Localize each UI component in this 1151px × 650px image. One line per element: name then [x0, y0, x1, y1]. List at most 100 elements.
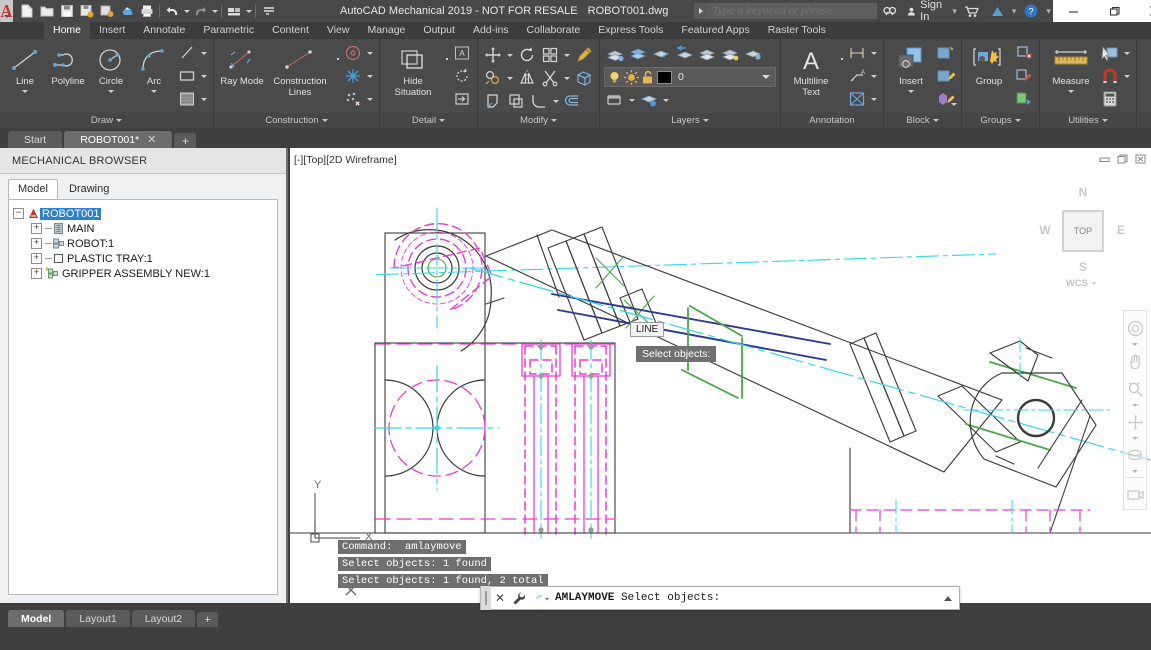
minimize-button[interactable] — [1053, 0, 1094, 22]
qat-overflow-icon[interactable] — [259, 2, 278, 21]
panel-title-layers[interactable]: Layers — [600, 113, 780, 128]
expand-icon[interactable]: + — [31, 253, 42, 264]
stretch-icon[interactable] — [482, 90, 504, 112]
ray-mode-button[interactable]: Ray Mode — [218, 42, 266, 88]
sun-icon[interactable] — [624, 69, 639, 85]
save-as-icon[interactable] — [77, 2, 96, 21]
workspace-icon[interactable] — [225, 2, 244, 21]
command-line[interactable]: ✕ AMLAYMOVE Select objects: — [480, 586, 960, 610]
layer-off-icon[interactable] — [719, 43, 741, 65]
ribbon-tab-output[interactable]: Output — [414, 22, 464, 39]
plot-icon[interactable] — [137, 2, 156, 21]
insert-block-button[interactable]: Insert — [888, 42, 934, 93]
annotation-overflow-icon[interactable] — [838, 42, 845, 64]
ribbon-tab-featured-apps[interactable]: Featured Apps — [672, 22, 758, 39]
delete-construction-icon[interactable] — [342, 88, 364, 110]
expand-icon[interactable]: + — [31, 268, 42, 279]
power-edit-icon[interactable] — [573, 44, 595, 66]
view-cube[interactable]: N W E S TOP WCS — [1035, 178, 1131, 290]
open-icon[interactable] — [37, 2, 56, 21]
leader-icon[interactable]: A — [846, 65, 868, 87]
chevron-up-icon[interactable] — [937, 595, 959, 601]
wrench-icon[interactable] — [509, 591, 529, 605]
layer-state-icon[interactable] — [604, 89, 626, 111]
chevron-down-icon[interactable] — [108, 89, 114, 93]
browser-tab-drawing[interactable]: Drawing — [59, 179, 119, 199]
chevron-down-icon[interactable] — [1132, 343, 1138, 346]
group-button[interactable]: Group — [966, 42, 1012, 88]
browser-tab-model[interactable]: Model — [8, 179, 58, 199]
layer-control-dropdown[interactable]: 0 — [604, 67, 776, 87]
scale-icon[interactable] — [505, 90, 527, 112]
layer-make-current-icon[interactable] — [627, 43, 649, 65]
expand-icon[interactable]: + — [31, 238, 42, 249]
panel-title-modify[interactable]: Modify — [478, 113, 599, 128]
restore-button[interactable] — [1094, 0, 1135, 22]
tree-node-plastic-tray-1[interactable]: + PLASTIC TRAY:1 — [13, 251, 273, 266]
mirror-icon[interactable] — [516, 67, 538, 89]
ribbon-tab-addins[interactable]: Add-ins — [464, 22, 518, 39]
construction-lines-button[interactable]: Construction Lines — [267, 42, 333, 98]
redo-dropdown-icon[interactable] — [212, 9, 218, 13]
create-block-icon[interactable] — [935, 42, 957, 64]
ribbon-tab-view[interactable]: View — [318, 22, 359, 39]
chevron-down-icon[interactable] — [1124, 74, 1130, 78]
chevron-down-icon[interactable] — [951, 103, 957, 106]
layer-previous-icon[interactable] — [673, 43, 695, 65]
search-input[interactable] — [707, 3, 878, 19]
search-help-icon[interactable] — [877, 0, 902, 22]
ribbon-tab-express-tools[interactable]: Express Tools — [589, 22, 672, 39]
construction-circle-icon[interactable] — [342, 42, 364, 64]
layer-freeze-icon[interactable] — [742, 43, 764, 65]
panel-title-annotation[interactable]: Annotation — [781, 113, 883, 128]
new-drawing-button[interactable]: + — [174, 133, 197, 148]
close-icon[interactable]: ✕ — [147, 133, 156, 146]
layer-match-icon[interactable] — [650, 43, 672, 65]
app-dropdown-icon[interactable]: ▾ — [1010, 6, 1019, 17]
measure-button[interactable]: Measure — [1044, 42, 1098, 93]
expand-icon[interactable]: + — [31, 223, 42, 234]
arc-button[interactable]: Arc — [133, 42, 175, 93]
chevron-down-icon[interactable] — [367, 97, 373, 101]
chevron-down-icon[interactable] — [1132, 437, 1138, 440]
offset-icon[interactable] — [562, 90, 584, 112]
rectangle-icon[interactable] — [176, 65, 198, 87]
multiline-text-button[interactable]: A Multiline Text — [785, 42, 837, 98]
chevron-down-icon[interactable] — [564, 76, 570, 80]
drawing-canvas[interactable]: [-][Top][2D Wireframe] N W E S TOP WCS Y… — [290, 148, 1151, 603]
line-button[interactable]: Line — [4, 42, 46, 93]
array-icon[interactable] — [539, 44, 561, 66]
save-icon[interactable] — [57, 2, 76, 21]
layer-color-swatch[interactable] — [657, 70, 672, 84]
ribbon-tab-collaborate[interactable]: Collaborate — [518, 22, 590, 39]
panel-title-construction[interactable]: Construction — [214, 113, 379, 128]
tree-node-main[interactable]: + MAIN — [13, 221, 273, 236]
showmotion-icon[interactable] — [1124, 442, 1146, 468]
layout-tab-layout2[interactable]: Layout2 — [131, 610, 196, 627]
polyline-button[interactable]: Polyline — [47, 42, 89, 88]
lightbulb-icon[interactable] — [607, 70, 622, 85]
edit-block-icon[interactable] — [935, 65, 957, 87]
close-button[interactable] — [1135, 0, 1151, 22]
chevron-down-icon[interactable] — [1124, 51, 1130, 55]
line-segment-icon[interactable] — [176, 42, 198, 64]
ribbon-tab-raster-tools[interactable]: Raster Tools — [759, 22, 835, 39]
move-icon[interactable] — [482, 44, 504, 66]
group-selection-icon[interactable] — [1013, 88, 1035, 110]
chevron-down-icon[interactable] — [201, 74, 207, 78]
sign-in-button[interactable]: Sign In — [902, 0, 950, 23]
layer-properties-icon[interactable] — [604, 43, 626, 65]
block-attribute-icon[interactable] — [935, 88, 957, 110]
chevron-down-icon[interactable] — [1132, 470, 1138, 473]
chevron-down-icon[interactable] — [553, 99, 559, 103]
chevron-down-icon[interactable] — [367, 74, 373, 78]
minimize-view-icon[interactable] — [1097, 152, 1111, 165]
panel-title-clipboard[interactable]: Clipboard — [1137, 113, 1151, 128]
panel-title-utilities[interactable]: Utilities — [1040, 113, 1136, 128]
circle-button[interactable]: Circle — [90, 42, 132, 93]
unlock-icon[interactable] — [641, 70, 655, 85]
dimension-icon[interactable] — [846, 42, 868, 64]
redo-icon[interactable] — [191, 2, 210, 21]
chevron-down-icon[interactable] — [1132, 404, 1138, 407]
construction-overflow-icon[interactable] — [334, 42, 341, 64]
